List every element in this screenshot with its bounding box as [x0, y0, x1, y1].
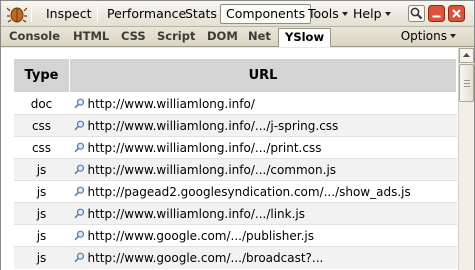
chevron-down-icon	[384, 12, 391, 16]
component-url-cell[interactable]: http://www.williamlong.info/.../print.cs…	[69, 136, 457, 159]
options-menu[interactable]: Options	[401, 28, 456, 46]
magnifier-icon	[73, 208, 84, 218]
minimize-icon[interactable]	[428, 5, 445, 22]
panel-tab-bar: Console HTML CSS Script DOM Net YSlow Op…	[1, 27, 474, 47]
component-type-cell: js	[13, 158, 70, 181]
component-type-cell: js	[13, 202, 70, 225]
tab-yslow[interactable]: YSlow	[278, 28, 332, 47]
tab-css[interactable]: CSS	[115, 28, 152, 46]
options-menu-label: Options	[400, 29, 447, 43]
table-row[interactable]: js http://www.williamlong.info/.../common…	[13, 158, 457, 181]
component-url-cell[interactable]: http://www.williamlong.info/.../link.js	[69, 202, 457, 225]
scroll-up-button[interactable]	[459, 48, 474, 63]
toolbar-separator	[31, 6, 32, 22]
components-panel: Type URL doc http://www.williamlong.info/…	[1, 48, 458, 270]
tab-html[interactable]: HTML	[67, 28, 115, 46]
magnifier-icon	[73, 120, 84, 130]
tab-net[interactable]: Net	[242, 28, 277, 46]
magnifier-icon	[73, 98, 84, 108]
firebug-window: Inspect Performance Stats Components Too…	[0, 0, 475, 270]
performance-button[interactable]: Performance	[102, 4, 191, 24]
tools-menu[interactable]: Tools	[303, 4, 353, 24]
component-url-link[interactable]: http://www.williamlong.info/.../print.cs…	[88, 141, 322, 155]
table-row[interactable]: js http://www.williamlong.info/.../link.j…	[13, 202, 457, 225]
component-url-cell[interactable]: http://pagead2.googlesyndication.com/...…	[69, 180, 457, 203]
component-url-link[interactable]: http://www.williamlong.info/.../common.j…	[88, 163, 337, 177]
table-row[interactable]: css http://www.williamlong.info/.../j-spr…	[13, 114, 457, 137]
magnifier-icon	[73, 186, 84, 196]
chevron-down-icon	[450, 34, 456, 38]
search-icon[interactable]	[408, 5, 425, 22]
component-url-cell[interactable]: http://www.google.com/.../broadcast?...	[69, 246, 457, 269]
main-toolbar: Inspect Performance Stats Components Too…	[1, 1, 474, 27]
component-url-link[interactable]: http://www.williamlong.info/.../link.js	[88, 207, 305, 221]
tab-console[interactable]: Console	[3, 28, 66, 46]
component-url-cell[interactable]: http://www.williamlong.info/.../common.j…	[69, 158, 457, 181]
firebug-bug-icon[interactable]	[6, 5, 28, 23]
magnifier-icon	[73, 230, 84, 240]
component-type-cell: css	[13, 136, 70, 159]
column-header-type[interactable]: Type	[13, 58, 70, 93]
component-url-link[interactable]: http://www.williamlong.info/.../j-spring…	[88, 119, 339, 133]
table-row[interactable]: js http://www.google.com/.../publisher.js	[13, 224, 457, 247]
table-row[interactable]: doc http://www.williamlong.info/	[13, 92, 457, 115]
component-url-cell[interactable]: http://www.google.com/.../publisher.js	[69, 224, 457, 247]
table-row[interactable]: js http://www.google.com/.../broadcast?..…	[13, 246, 457, 269]
component-type-cell: doc	[13, 92, 70, 115]
components-table: Type URL doc http://www.williamlong.info/…	[13, 58, 457, 269]
stats-button[interactable]: Stats	[180, 4, 222, 24]
component-url-link[interactable]: http://www.google.com/.../publisher.js	[88, 229, 315, 243]
tab-dom[interactable]: DOM	[201, 28, 244, 46]
table-row[interactable]: css http://www.williamlong.info/.../print…	[13, 136, 457, 159]
close-icon[interactable]	[448, 5, 465, 22]
magnifier-icon	[73, 252, 84, 263]
component-url-link[interactable]: http://www.google.com/.../broadcast?...	[88, 251, 324, 265]
component-url-cell[interactable]: http://www.williamlong.info/	[69, 92, 457, 115]
scrollbar-thumb[interactable]	[459, 64, 474, 102]
components-button[interactable]: Components	[220, 4, 312, 24]
component-type-cell: js	[13, 224, 70, 247]
help-menu[interactable]: Help	[348, 4, 396, 24]
column-header-url[interactable]: URL	[69, 58, 457, 93]
inspect-button[interactable]: Inspect	[41, 4, 97, 24]
component-type-cell: js	[13, 180, 70, 203]
vertical-scrollbar[interactable]	[458, 48, 474, 270]
tab-script[interactable]: Script	[151, 28, 201, 46]
component-url-link[interactable]: http://pagead2.googlesyndication.com/...…	[88, 185, 411, 199]
help-menu-label: Help	[353, 6, 382, 21]
table-row[interactable]: js http://pagead2.googlesyndication.com/.…	[13, 180, 457, 203]
magnifier-icon	[73, 164, 84, 174]
component-type-cell: js	[13, 246, 70, 269]
component-url-cell[interactable]: http://www.williamlong.info/.../j-spring…	[69, 114, 457, 137]
component-url-link[interactable]: http://www.williamlong.info/	[88, 97, 255, 111]
magnifier-icon	[73, 142, 84, 152]
tools-menu-label: Tools	[308, 6, 339, 21]
toolbar-separator	[97, 6, 98, 22]
table-header-row: Type URL	[13, 58, 457, 93]
component-type-cell: css	[13, 114, 70, 137]
chevron-down-icon	[341, 12, 348, 16]
